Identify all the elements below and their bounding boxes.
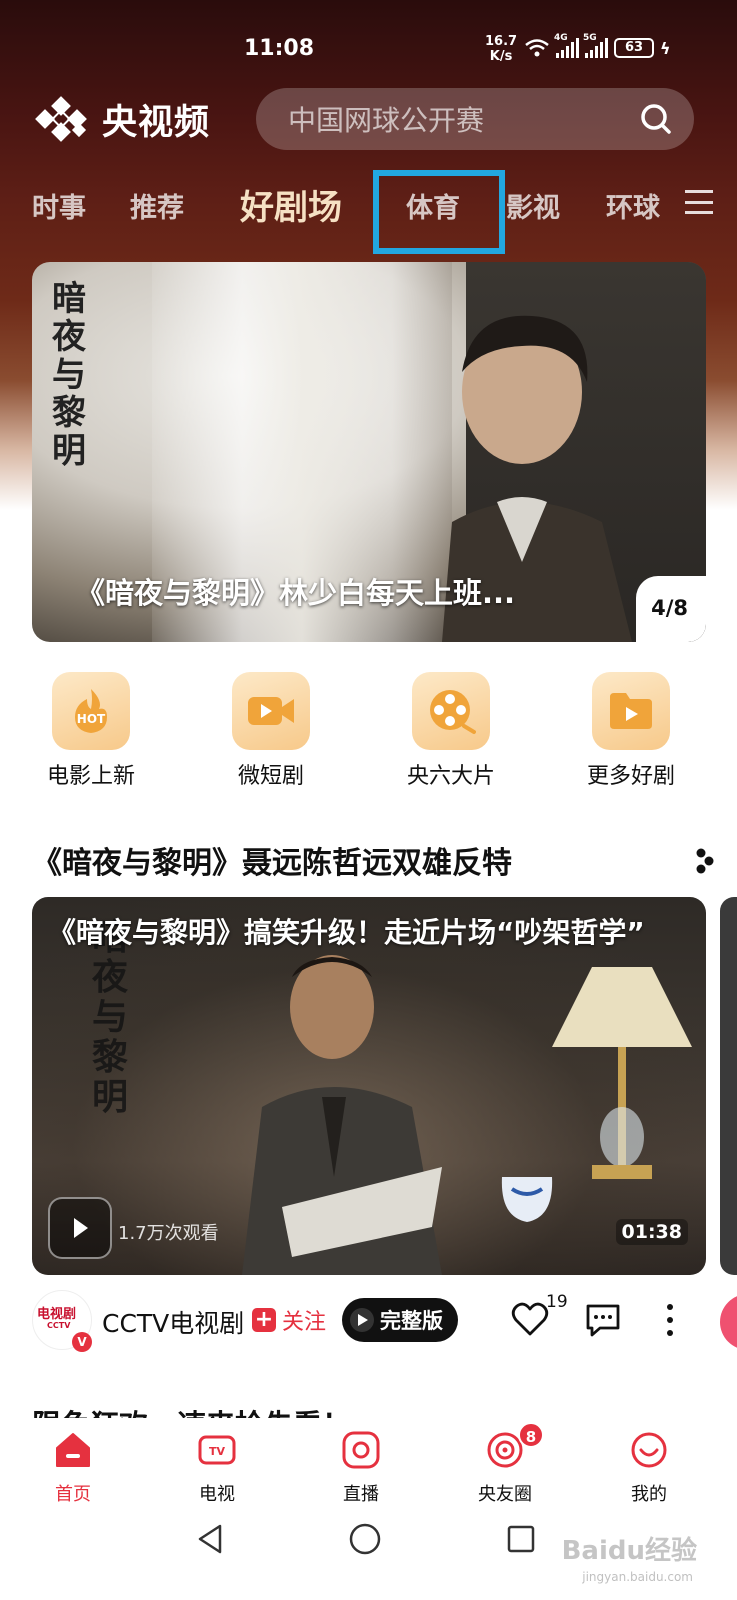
plus-icon: + xyxy=(252,1308,276,1332)
comment-icon[interactable] xyxy=(584,1302,622,1338)
avatar-text: 电视剧 xyxy=(37,1307,77,1322)
film-reel-icon xyxy=(412,672,490,750)
nav-tv[interactable]: TV 电视 xyxy=(172,1430,262,1506)
next-video-peek[interactable] xyxy=(720,897,737,1275)
quick-links: HOT 电影上新 微短剧 央六大片 更多好剧 xyxy=(0,672,737,792)
search-icon[interactable] xyxy=(640,103,672,135)
verified-icon: V xyxy=(72,1332,92,1352)
follow-button[interactable]: + 关注 xyxy=(252,1304,326,1336)
recents-icon[interactable] xyxy=(506,1524,536,1554)
nav-live[interactable]: 直播 xyxy=(316,1430,406,1506)
full-version-label: 完整版 xyxy=(380,1309,443,1333)
nav-label: 直播 xyxy=(343,1484,379,1505)
sim1-tag: 4G xyxy=(554,33,568,43)
heart-icon[interactable] xyxy=(510,1300,550,1340)
video-camera-icon xyxy=(232,672,310,750)
wifi-icon xyxy=(525,39,549,57)
section-title: 《暗夜与黎明》聂远陈哲远双雄反特 xyxy=(32,846,512,881)
play-icon xyxy=(74,1218,88,1238)
banner-title: 《暗夜与黎明》林少白每天上班... xyxy=(76,576,516,610)
banner-calligraphy: 暗夜与黎明 xyxy=(52,279,86,471)
folder-play-icon xyxy=(592,672,670,750)
tab-tiyu[interactable]: 体育 xyxy=(406,186,460,225)
live-icon xyxy=(342,1431,380,1469)
logo-icon xyxy=(30,95,92,143)
search-bar[interactable]: 中国网球公开赛 xyxy=(256,88,694,150)
video-duration: 01:38 xyxy=(615,1219,688,1245)
tab-tuijian[interactable]: 推荐 xyxy=(130,186,184,225)
nav-home[interactable]: 首页 xyxy=(28,1430,118,1506)
tv-icon: TV xyxy=(198,1435,236,1465)
hot-icon: HOT xyxy=(52,672,130,750)
status-icons: 4G 5G 63 ϟ xyxy=(524,33,671,58)
net-speed: 16.7 K/s xyxy=(485,34,517,64)
sim2-tag: 5G xyxy=(583,33,597,43)
status-bar: 11:08 16.7 K/s 4G 5G 63 ϟ xyxy=(0,0,737,90)
tab-yingshi[interactable]: 影视 xyxy=(506,186,560,225)
author-row: 电视剧 CCTV V CCTV电视剧 + 关注 完整版 19 xyxy=(32,1290,732,1352)
home-icon xyxy=(56,1433,90,1467)
follow-label: 关注 xyxy=(282,1310,327,1335)
quick-link-label: 微短剧 xyxy=(237,764,304,789)
author-name[interactable]: CCTV电视剧 xyxy=(102,1304,244,1340)
quick-link-movie[interactable]: HOT 电影上新 xyxy=(16,672,166,790)
more-options-icon[interactable] xyxy=(666,1304,674,1336)
signal-sim1-icon: 4G xyxy=(554,33,579,58)
app-logo[interactable]: 央视频 xyxy=(30,94,210,145)
status-time: 11:08 xyxy=(244,36,315,61)
home-circle-icon[interactable] xyxy=(348,1522,382,1556)
search-placeholder: 中国网球公开赛 xyxy=(288,104,485,137)
quick-link-more-drama[interactable]: 更多好剧 xyxy=(556,672,706,790)
like-count: 19 xyxy=(546,1292,568,1312)
battery-icon: 63 xyxy=(614,38,654,58)
menu-icon[interactable] xyxy=(685,190,713,214)
video-title: 《暗夜与黎明》搞笑升级！走近片场“吵架哲学” xyxy=(48,916,645,949)
app-name: 央视频 xyxy=(102,102,211,143)
net-speed-value: 16.7 xyxy=(485,34,518,49)
quick-link-label: 更多好剧 xyxy=(586,764,675,789)
quick-link-cctv6[interactable]: 央六大片 xyxy=(376,672,526,790)
section-more-icon[interactable] xyxy=(695,848,715,874)
video-views: 1.7万次观看 xyxy=(118,1223,219,1244)
notification-badge: 8 xyxy=(518,1422,544,1448)
full-version-button[interactable]: 完整版 xyxy=(342,1298,458,1342)
signal-sim2-icon: 5G xyxy=(583,33,608,58)
bottom-nav: 首页 TV 电视 直播 8 央友圈 我的 xyxy=(0,1418,737,1510)
video-card[interactable]: 暗夜与黎明 《暗夜与黎明》搞笑升级！走近片场“吵架哲学” 1.7万次观看 01:… xyxy=(32,897,706,1275)
nav-friends[interactable]: 8 央友圈 xyxy=(460,1422,550,1506)
hot-icon-text: HOT xyxy=(77,712,106,726)
profile-icon xyxy=(631,1432,667,1468)
nav-me[interactable]: 我的 xyxy=(604,1430,694,1506)
avatar-sub: CCTV xyxy=(47,1321,71,1330)
tab-shishi[interactable]: 时事 xyxy=(32,186,86,225)
play-small-icon xyxy=(350,1308,374,1332)
play-button[interactable] xyxy=(48,1197,112,1259)
nav-label: 电视 xyxy=(199,1484,235,1505)
quick-link-label: 央六大片 xyxy=(406,764,495,789)
category-tabs: 时事 推荐 好剧场 体育 影视 环球 xyxy=(0,170,737,254)
quick-link-short-drama[interactable]: 微短剧 xyxy=(196,672,346,790)
app-header: 央视频 中国网球公开赛 xyxy=(30,88,710,150)
watermark: Baidu经验 xyxy=(561,1536,697,1566)
banner-counter: 4/8 xyxy=(651,596,688,620)
tab-haojuchang[interactable]: 好剧场 xyxy=(240,180,342,229)
watermark-sub: jingyan.baidu.com xyxy=(582,1570,693,1584)
net-speed-unit: K/s xyxy=(489,49,513,64)
svg-text:TV: TV xyxy=(209,1445,226,1458)
back-icon[interactable] xyxy=(194,1522,228,1556)
nav-label: 首页 xyxy=(55,1484,91,1505)
nav-label: 央友圈 xyxy=(478,1484,532,1505)
charging-icon: ϟ xyxy=(660,38,671,58)
tab-huanqiu[interactable]: 环球 xyxy=(606,186,660,225)
banner-carousel[interactable]: 暗夜与黎明 《暗夜与黎明》林少白每天上班... 4/8 xyxy=(32,262,706,642)
quick-link-label: 电影上新 xyxy=(46,764,135,789)
nav-label: 我的 xyxy=(631,1484,667,1505)
